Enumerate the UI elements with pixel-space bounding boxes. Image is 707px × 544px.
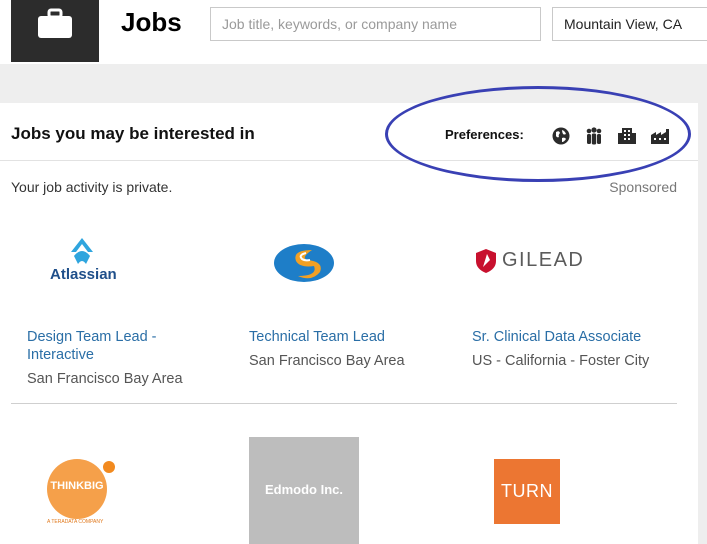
- preferences-label: Preferences:: [445, 127, 524, 142]
- building-icon[interactable]: [617, 126, 637, 146]
- thinkbig-dot: [103, 461, 115, 473]
- gilead-shield-icon: [476, 249, 496, 273]
- row-divider: [11, 403, 677, 404]
- job-search-input[interactable]: [210, 7, 541, 41]
- job-location: San Francisco Bay Area: [249, 353, 405, 369]
- atlassian-mark-icon: [71, 238, 93, 264]
- atlassian-logo-text: Atlassian: [50, 266, 117, 283]
- sponsored-label: Sponsored: [609, 179, 677, 195]
- job-location: US - California - Foster City: [472, 353, 650, 369]
- page-title: Jobs: [121, 7, 182, 37]
- privacy-note: Your job activity is private.: [11, 179, 173, 195]
- thinkbig-logo-subtext: A TERADATA COMPANY: [47, 519, 104, 525]
- s-swirl-icon: [274, 244, 334, 282]
- briefcase-icon: [38, 8, 72, 38]
- thinkbig-logo-text: THINKBIG: [50, 480, 104, 492]
- jobs-card: Jobs you may be interested in Preference…: [0, 103, 698, 544]
- gilead-logo-text: GILEAD: [502, 249, 585, 271]
- job-title-link[interactable]: Sr. Clinical Data Associate: [472, 328, 641, 346]
- job-location: San Francisco Bay Area: [27, 371, 183, 387]
- turn-logo[interactable]: TURN: [494, 459, 560, 524]
- edmodo-logo-text: Edmodo Inc.: [265, 482, 343, 497]
- location-input[interactable]: [552, 7, 707, 41]
- factory-icon[interactable]: [650, 126, 670, 146]
- globe-icon[interactable]: [551, 126, 571, 146]
- edmodo-logo[interactable]: Edmodo Inc.: [249, 437, 359, 544]
- atlassian-logo[interactable]: Atlassian: [50, 236, 120, 288]
- turn-logo-text: TURN: [501, 481, 553, 501]
- jobs-home-logo[interactable]: [11, 0, 99, 62]
- company-s-logo[interactable]: [272, 242, 336, 284]
- card-title: Jobs you may be interested in: [11, 124, 255, 143]
- job-title-link[interactable]: Technical Team Lead: [249, 328, 385, 346]
- gilead-logo[interactable]: GILEAD: [475, 246, 585, 276]
- card-divider: [0, 160, 698, 161]
- sub-bar: [0, 64, 707, 96]
- top-header: Jobs: [0, 0, 707, 64]
- job-title-line2: Interactive: [27, 347, 94, 363]
- job-title-line1: Design Team Lead -: [27, 329, 157, 345]
- people-icon[interactable]: [584, 126, 604, 146]
- job-title-link[interactable]: Design Team Lead - Interactive: [27, 328, 157, 364]
